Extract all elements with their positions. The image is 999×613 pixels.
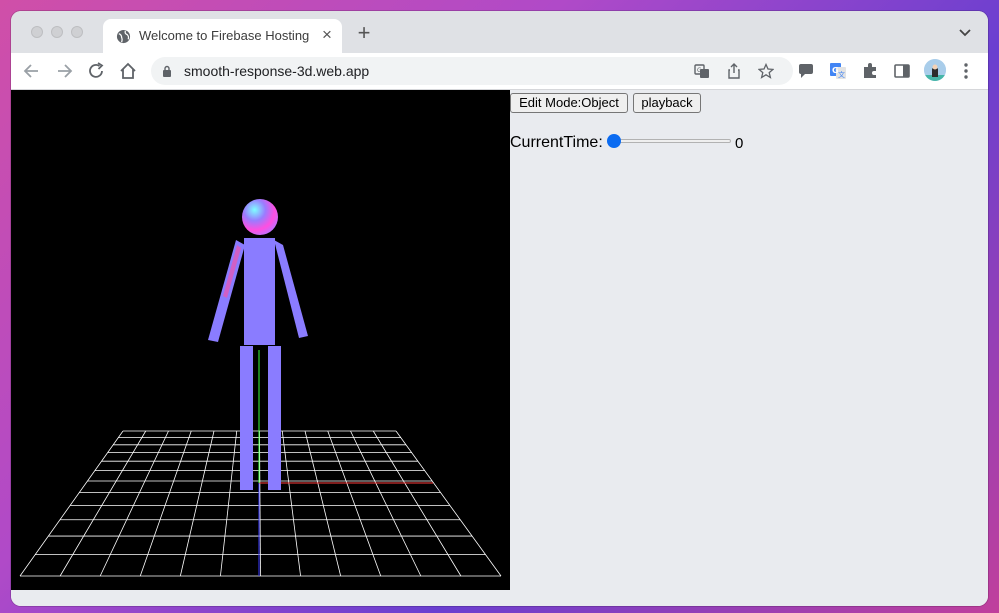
playback-button[interactable]: playback — [633, 93, 701, 113]
globe-icon — [116, 29, 131, 44]
star-icon[interactable] — [758, 63, 774, 79]
browser-toolbar: smooth-response-3d.web.app G G 文 — [11, 53, 988, 90]
current-time-value: 0 — [735, 135, 744, 152]
left-leg — [240, 346, 253, 490]
share-icon[interactable] — [726, 63, 742, 79]
home-icon[interactable] — [118, 61, 138, 81]
side-panel-icon[interactable] — [892, 61, 912, 81]
new-tab-button[interactable]: + — [354, 22, 374, 44]
svg-text:文: 文 — [838, 70, 845, 79]
tab-strip: Welcome to Firebase Hosting × + — [11, 11, 988, 53]
url-text[interactable]: smooth-response-3d.web.app — [184, 63, 369, 79]
right-leg — [268, 346, 281, 490]
close-window-dot[interactable] — [31, 26, 43, 38]
head — [242, 199, 278, 235]
translate-icon[interactable]: G — [694, 63, 710, 79]
avatar[interactable] — [924, 59, 946, 81]
minimize-window-dot[interactable] — [51, 26, 63, 38]
arrow-left-icon[interactable] — [22, 61, 42, 81]
ground-grid — [19, 430, 502, 577]
controls-panel: Edit Mode:Object playback CurrentTime: 0 — [510, 90, 988, 590]
profile-picture-icon — [924, 59, 946, 81]
reload-icon[interactable] — [86, 61, 106, 81]
lock-icon[interactable] — [162, 65, 172, 77]
puzzle-icon[interactable] — [860, 61, 880, 81]
torso — [244, 238, 275, 345]
tab-title: Welcome to Firebase Hosting — [139, 28, 310, 43]
tab-close-icon[interactable]: × — [319, 25, 335, 45]
address-bar[interactable]: smooth-response-3d.web.app G — [151, 57, 793, 85]
zoom-window-dot[interactable] — [71, 26, 83, 38]
svg-text:G: G — [697, 67, 702, 74]
arrow-right-icon[interactable] — [54, 61, 74, 81]
3d-viewport-canvas[interactable] — [11, 90, 510, 590]
google-translate-icon[interactable]: G 文 — [828, 61, 848, 81]
tab-active[interactable]: Welcome to Firebase Hosting × — [103, 19, 342, 53]
chevron-down-icon[interactable] — [957, 24, 973, 40]
page-content: Edit Mode:Object playback CurrentTime: 0 — [11, 90, 988, 606]
kebab-menu-icon[interactable] — [956, 61, 976, 81]
browser-window: Welcome to Firebase Hosting × + smooth-r… — [11, 11, 988, 606]
3d-scene[interactable] — [11, 90, 510, 590]
chat-extension-icon[interactable] — [796, 61, 816, 81]
edit-mode-button[interactable]: Edit Mode:Object — [510, 93, 628, 113]
slider-thumb[interactable] — [607, 134, 621, 148]
right-arm — [274, 240, 308, 338]
current-time-slider[interactable] — [607, 133, 733, 149]
character-model[interactable] — [208, 199, 308, 490]
slider-track[interactable] — [609, 139, 731, 143]
current-time-label: CurrentTime: — [510, 134, 603, 151]
